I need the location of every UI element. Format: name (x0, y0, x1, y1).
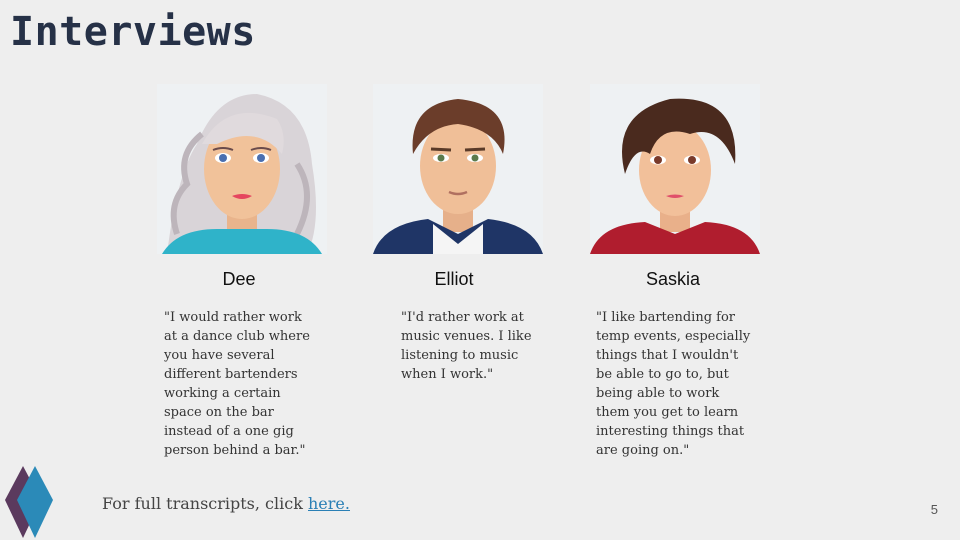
elliot-avatar-icon (373, 84, 543, 254)
footer-text: For full transcripts, click (102, 494, 308, 513)
interviewee-quote-dee: "I would rather work at a dance club whe… (164, 310, 310, 458)
page-number: 5 (930, 502, 938, 517)
transcripts-footer: For full transcripts, click here. (102, 492, 350, 516)
diamond-logo-icon (5, 466, 53, 538)
saskia-avatar-icon (590, 84, 760, 254)
interviewee-name-dee: Dee (222, 269, 256, 289)
interviewee-quote-elliot: "I'd rather work at music venues. I like… (401, 310, 532, 382)
interviewee-quote-saskia: "I like bartending for temp events, espe… (596, 310, 751, 458)
dee-avatar-icon (157, 84, 327, 254)
transcripts-link[interactable]: here. (308, 494, 350, 513)
interviewee-name-saskia: Saskia (645, 269, 701, 289)
slide-title: Interviews (10, 9, 256, 55)
interviewee-name-elliot: Elliot (434, 269, 474, 289)
